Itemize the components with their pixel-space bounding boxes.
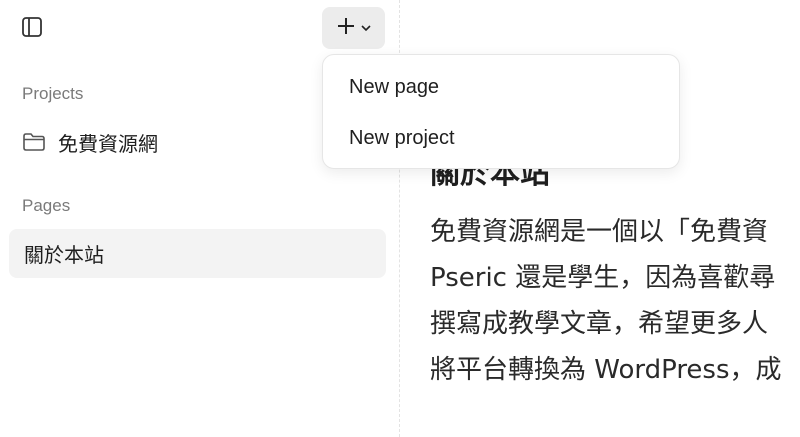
menu-item-new-project[interactable]: New project	[331, 116, 671, 160]
chevron-down-icon	[360, 19, 372, 38]
paragraph-line: Pseric 還是學生，因為喜歡尋	[430, 263, 776, 293]
paragraph-line: 將平台轉換為 WordPress，成	[430, 355, 782, 385]
paragraph-line: 免費資源網是一個以「免費資	[430, 217, 769, 247]
app-window: Projects 免費資源網 Pages 關於本站 關於本站 免費資源網是一個以…	[0, 0, 800, 437]
sidebar-item-page[interactable]: 關於本站	[9, 229, 386, 278]
pages-section-label: Pages	[22, 196, 71, 215]
plus-icon	[336, 16, 356, 40]
paragraph-line: 撰寫成教學文章，希望更多人	[430, 309, 769, 339]
menu-item-new-page[interactable]: New page	[331, 65, 671, 109]
project-label: 免費資源網	[58, 131, 158, 156]
sidebar-toggle-button[interactable]	[14, 12, 50, 46]
page-body[interactable]: 免費資源網是一個以「免費資 Pseric 還是學生，因為喜歡尋 撰寫成教學文章，…	[430, 209, 800, 393]
add-dropdown-menu: New page New project	[322, 54, 680, 169]
add-button[interactable]	[322, 7, 385, 49]
sidebar-toggle-icon	[21, 16, 43, 42]
folder-icon	[22, 132, 46, 152]
page-label: 關於本站	[24, 243, 104, 267]
projects-section-label: Projects	[22, 84, 84, 103]
